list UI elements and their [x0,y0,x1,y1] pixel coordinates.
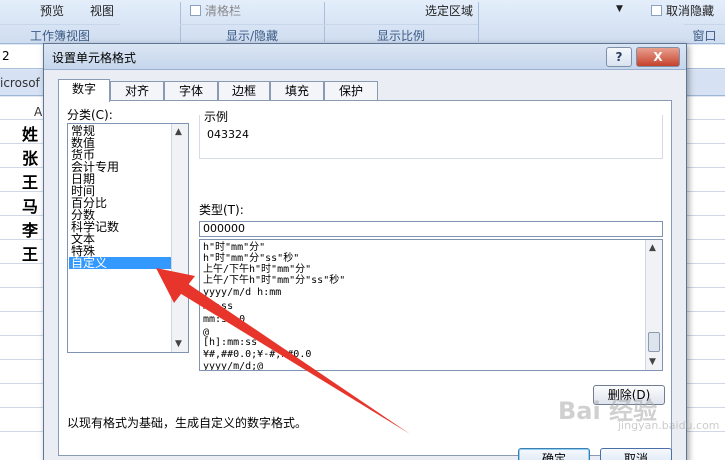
category-list[interactable]: 常规 数值 货币 会计专用 日期 时间 百分比 分数 科学记数 文本 特殊 自定… [67,123,189,353]
sample-frame [199,115,663,159]
preview-button[interactable]: 预览 [40,2,64,19]
format-code-item[interactable]: mm:ss [203,301,233,312]
view-button[interactable]: 视图 [90,2,114,19]
sample-value: 043324 [207,128,249,141]
dropdown-arrow-icon[interactable]: ▼ [616,4,623,14]
type-input[interactable]: 000000 [199,221,663,237]
cell-a1[interactable]: 姓 [22,121,38,145]
ribbon: 预览 视图 清格栏 选定区域 ▼ 取消隐藏 工作簿视图 显示/隐藏 显示比例 窗… [0,0,725,44]
group-show-hide: 显示/隐藏 [180,24,324,43]
category-item[interactable]: 日期 [69,173,171,185]
category-item[interactable]: 数值 [69,137,171,149]
format-code-item[interactable]: yyyy/m/d h:mm [203,287,281,298]
format-code-item[interactable]: ¥#,##0.0;¥-#,##0.0 [203,349,311,360]
baidu-watermark: Bai 经验 jingyan.baidu.com [558,391,720,432]
format-code-item[interactable]: 上午/下午h"时"mm"分"ss"秒" [203,275,345,286]
group-window: 窗口 [684,24,725,43]
category-item[interactable]: 科学记数 [69,221,171,233]
hidden-checkbox[interactable]: 清格栏 [190,2,241,19]
select-area-button[interactable]: 选定区域 [425,2,473,19]
format-code-item[interactable]: [h]:mm:ss [203,337,257,348]
category-item[interactable]: 时间 [69,185,171,197]
category-item[interactable]: 百分比 [69,197,171,209]
tab-alignment[interactable]: 对齐 [110,81,164,101]
checkbox-icon [651,5,662,16]
format-code-item[interactable]: yyyy/m/d;@ [203,361,263,370]
category-item-custom[interactable]: 自定义 [69,257,171,269]
column-header-a[interactable]: A [34,105,42,119]
tab-number[interactable]: 数字 [58,79,110,102]
cell-a6[interactable]: 王 [22,241,38,265]
tab-fill[interactable]: 填充 [270,81,324,101]
group-zoom: 显示比例 [324,24,478,43]
ribbon-separator [478,2,479,42]
category-item[interactable]: 货币 [69,149,171,161]
category-item[interactable]: 会计专用 [69,161,171,173]
category-scrollbar[interactable]: ▲ ▼ [171,124,188,352]
format-code-item[interactable]: h"时"mm"分"ss"秒" [203,253,299,264]
format-code-item[interactable]: mm:ss.0 [203,314,245,325]
tab-font[interactable]: 字体 [164,81,218,101]
name-box[interactable]: 2 [2,49,10,63]
scroll-up-icon[interactable]: ▲ [649,243,656,253]
workbook-title: icrosof [0,76,40,90]
help-button[interactable]: ? [606,47,632,67]
custom-format-description: 以现有格式为基础，生成自定义的数字格式。 [67,416,308,430]
cell-a5[interactable]: 李 [22,217,38,241]
format-code-item[interactable]: 上午/下午h"时"mm"分" [203,264,311,275]
scroll-up-icon[interactable]: ▲ [175,127,182,137]
category-label: 分类(C): [67,108,113,122]
format-list-scrollbar[interactable]: ▲ ▼ [645,240,662,370]
watermark-url: jingyan.baidu.com [618,419,720,432]
unhide-checkbox[interactable]: 取消隐藏 [651,2,714,19]
tab-border[interactable]: 边框 [218,81,270,101]
scroll-down-icon[interactable]: ▼ [649,357,656,367]
category-item[interactable]: 文本 [69,233,171,245]
cell-a4[interactable]: 马 [22,193,38,217]
format-code-item[interactable]: h"时"mm"分" [203,242,265,253]
checkbox-icon [190,5,201,16]
ok-button[interactable]: 确定 [518,448,590,460]
cell-a3[interactable]: 王 [22,169,38,193]
category-item[interactable]: 特殊 [69,245,171,257]
dialog-title-bar[interactable]: 设置单元格格式 ? X [44,44,686,70]
tab-protection[interactable]: 保护 [324,81,378,101]
close-button[interactable]: X [636,47,680,67]
scroll-thumb[interactable] [648,332,660,352]
format-code-list[interactable]: h"时"mm"分" h"时"mm"分"ss"秒" 上午/下午h"时"mm"分" … [199,239,663,371]
cell-a2[interactable]: 张 [22,145,38,169]
category-item[interactable]: 分数 [69,209,171,221]
category-item[interactable]: 常规 [69,125,171,137]
scroll-down-icon[interactable]: ▼ [175,339,182,349]
type-label: 类型(T): [199,203,244,217]
cancel-button[interactable]: 取消 [600,448,672,460]
dialog-title: 设置单元格格式 [52,51,137,65]
group-workbook-views: 工作簿视图 [0,24,120,43]
